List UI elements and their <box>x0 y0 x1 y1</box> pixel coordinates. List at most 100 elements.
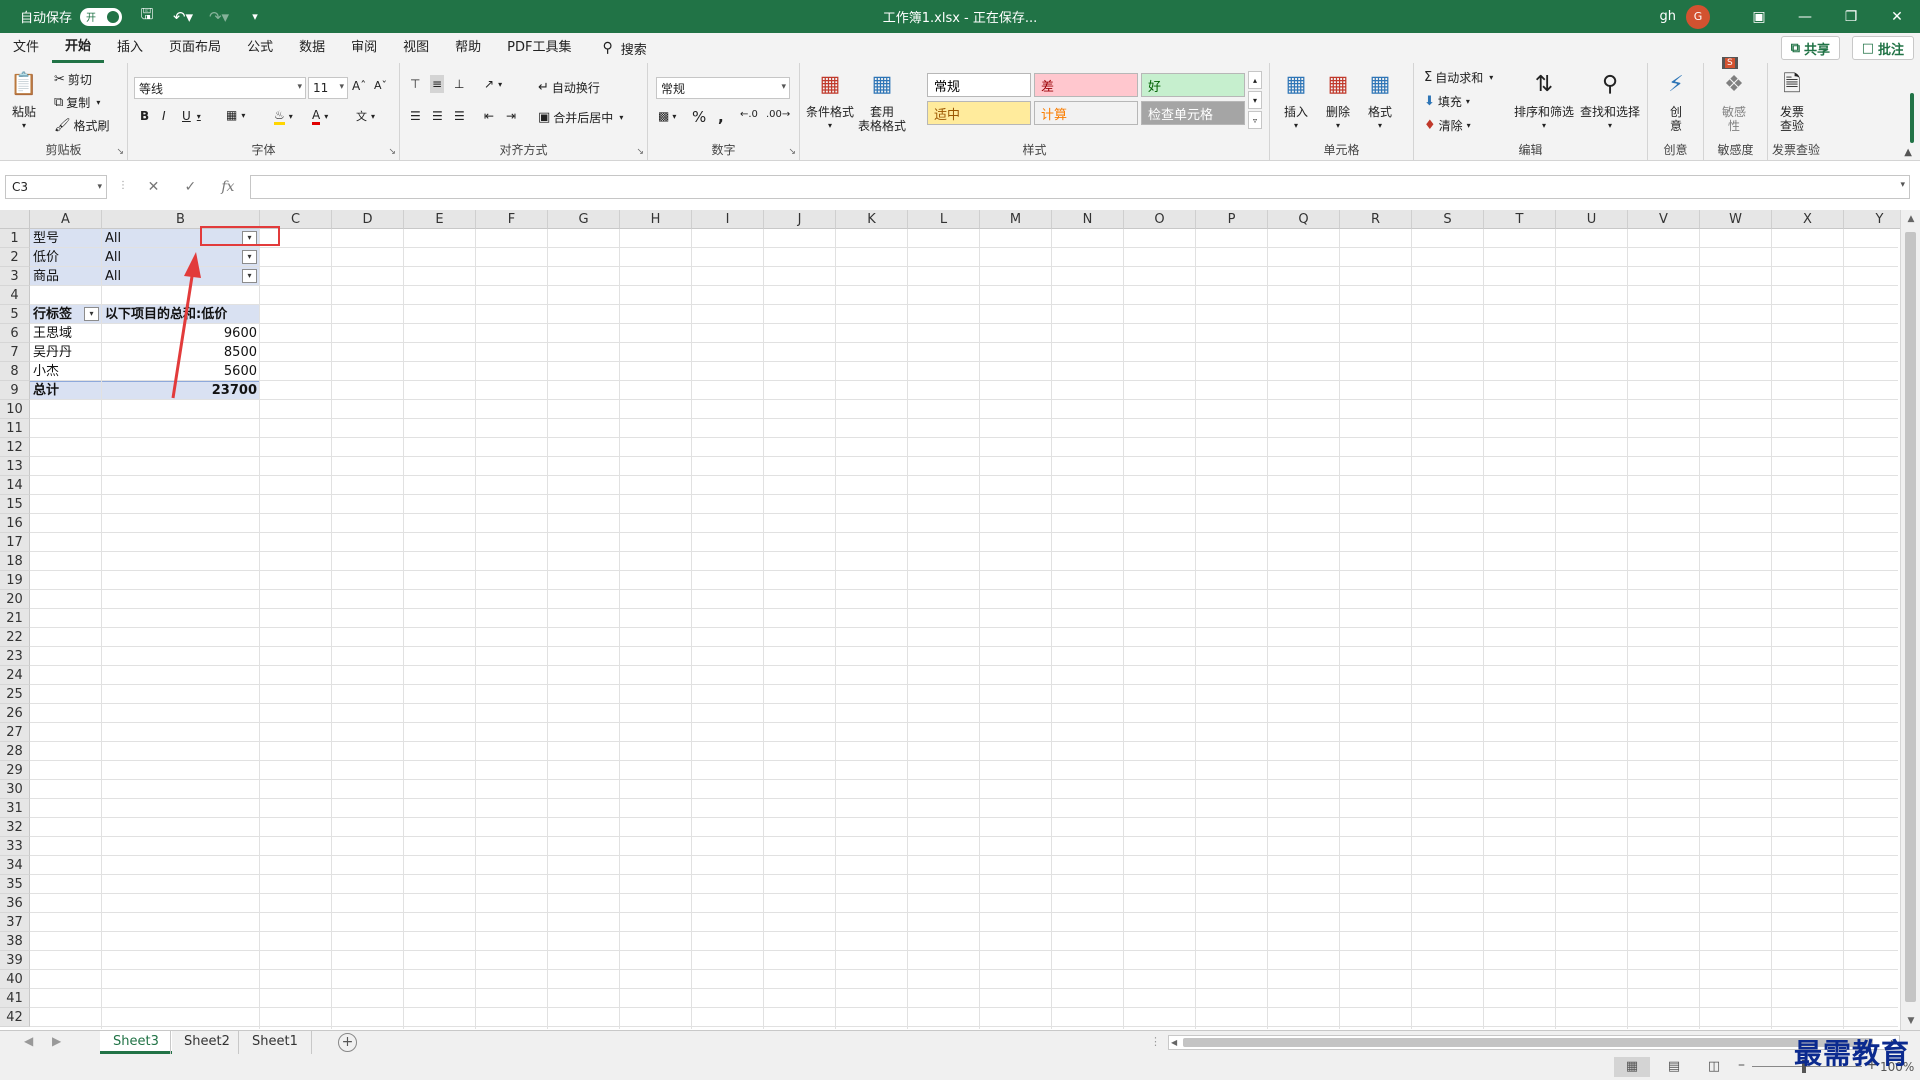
next-sheet-icon[interactable]: ▶ <box>52 1034 61 1048</box>
row-header-10[interactable]: 10 <box>0 400 30 419</box>
row-header-16[interactable]: 16 <box>0 514 30 533</box>
horizontal-scroll-thumb[interactable] <box>1183 1038 1873 1047</box>
zoom-out-icon[interactable]: – <box>1738 1057 1745 1073</box>
tab-formulas[interactable]: 公式 <box>234 33 286 63</box>
row-header-18[interactable]: 18 <box>0 552 30 571</box>
pivot-filter-value[interactable]: All <box>102 267 260 286</box>
align-left-button[interactable]: ☰ <box>410 109 421 123</box>
align-middle-button[interactable]: ≡ <box>430 75 445 93</box>
comment-button[interactable]: □ 批注 <box>1851 36 1914 60</box>
pivot-value-header[interactable]: 以下项目的总和:低价 <box>102 305 260 324</box>
close-icon[interactable]: ✕ <box>1874 0 1920 33</box>
cell-style-item[interactable]: 差 <box>1034 73 1138 97</box>
pivot-filter-field[interactable]: 商品 <box>30 267 102 286</box>
undo-icon[interactable]: ↶▾ <box>172 6 194 28</box>
tab-pdf-tools[interactable]: PDF工具集 <box>494 33 584 63</box>
increase-decimal-button[interactable]: ←.0 <box>740 109 758 120</box>
column-header-i[interactable]: I <box>692 210 764 229</box>
row-header-1[interactable]: 1 <box>0 229 30 248</box>
row-header-19[interactable]: 19 <box>0 571 30 590</box>
column-header-k[interactable]: K <box>836 210 908 229</box>
row-header-26[interactable]: 26 <box>0 704 30 723</box>
column-header-t[interactable]: T <box>1484 210 1556 229</box>
sensitivity-button[interactable]: ❖ 敏感 性 <box>1718 69 1750 134</box>
row-header-32[interactable]: 32 <box>0 818 30 837</box>
row-label-filter-button[interactable]: ▾ <box>84 307 99 321</box>
row-header-9[interactable]: 9 <box>0 381 30 400</box>
dialog-launcher-icon[interactable]: ↘ <box>116 147 124 157</box>
pivot-total-label[interactable]: 总计 <box>30 381 102 400</box>
autosum-button[interactable]: Σ 自动求和 ▾ <box>1424 69 1493 86</box>
name-box[interactable]: C3 ▾ <box>5 175 107 199</box>
increase-indent-button[interactable]: ⇥ <box>506 109 516 123</box>
scroll-up-icon[interactable]: ▲ <box>1901 210 1920 228</box>
spreadsheet-grid[interactable]: A B C D E F G H I J K L M N O P Q R S T U V W X Y 1 2 3 4 5 6 7 8 9 10 11 12… <box>0 210 1920 1030</box>
column-header-q[interactable]: Q <box>1268 210 1340 229</box>
insert-cells-button[interactable]: ▦ 插入 ▾ <box>1280 69 1312 133</box>
row-header-7[interactable]: 7 <box>0 343 30 362</box>
pivot-row-value[interactable]: 8500 <box>102 343 260 362</box>
expand-formula-icon[interactable]: ▾ <box>1900 180 1905 190</box>
column-header-w[interactable]: W <box>1700 210 1772 229</box>
search-box[interactable]: ⚲ 搜索 <box>602 39 646 58</box>
align-right-button[interactable]: ☰ <box>454 109 465 123</box>
normal-view-icon[interactable]: ▦ <box>1614 1057 1650 1077</box>
decrease-font-size-button[interactable]: Aˇ <box>374 79 387 92</box>
pivot-row-name[interactable]: 王思域 <box>30 324 102 343</box>
row-header-34[interactable]: 34 <box>0 856 30 875</box>
font-color-button[interactable]: A ▾ <box>312 108 328 125</box>
pivot-total-value[interactable]: 23700 <box>102 381 260 400</box>
restore-icon[interactable]: ❐ <box>1828 0 1874 33</box>
tab-data[interactable]: 数据 <box>286 33 338 63</box>
pivot-filter-value[interactable]: All <box>102 248 260 267</box>
row-header-28[interactable]: 28 <box>0 742 30 761</box>
dialog-launcher-icon[interactable]: ↘ <box>788 147 796 157</box>
row-header-20[interactable]: 20 <box>0 590 30 609</box>
row-header-42[interactable]: 42 <box>0 1008 30 1027</box>
tab-page-layout[interactable]: 页面布局 <box>156 33 234 63</box>
formula-input[interactable]: ▾ <box>250 175 1910 199</box>
merge-center-button[interactable]: ▣ 合并后居中 ▾ <box>538 109 623 126</box>
prev-sheet-icon[interactable]: ◀ <box>24 1034 33 1048</box>
row-header-36[interactable]: 36 <box>0 894 30 913</box>
vertical-scroll-thumb[interactable] <box>1905 232 1916 1002</box>
find-select-button[interactable]: ⚲ 查找和选择 ▾ <box>1580 69 1640 133</box>
gallery-scroll-down-button[interactable]: ▾ <box>1248 91 1262 109</box>
format-painter-button[interactable]: 🖌 格式刷 <box>54 117 110 134</box>
pivot-row-value[interactable]: 9600 <box>102 324 260 343</box>
row-header-2[interactable]: 2 <box>0 248 30 267</box>
cell-style-item[interactable]: 常规 <box>927 73 1031 97</box>
column-header-n[interactable]: N <box>1052 210 1124 229</box>
column-header-l[interactable]: L <box>908 210 980 229</box>
column-header-j[interactable]: J <box>764 210 836 229</box>
filter-dropdown-button[interactable]: ▾ <box>242 269 257 283</box>
format-as-table-button[interactable]: ▦ 套用 表格格式 <box>858 69 906 134</box>
dialog-launcher-icon[interactable]: ↘ <box>636 147 644 157</box>
clear-button[interactable]: ♦ 清除 ▾ <box>1424 117 1471 134</box>
vertical-scrollbar[interactable]: ▲ ▼ <box>1900 210 1920 1030</box>
row-header-22[interactable]: 22 <box>0 628 30 647</box>
row-header-38[interactable]: 38 <box>0 932 30 951</box>
column-header-u[interactable]: U <box>1556 210 1628 229</box>
cut-button[interactable]: ✂ 剪切 <box>54 71 92 88</box>
delete-cells-button[interactable]: ▦ 删除 ▾ <box>1322 69 1354 133</box>
row-header-17[interactable]: 17 <box>0 533 30 552</box>
collapse-ribbon-icon[interactable]: ▲ <box>1904 147 1912 158</box>
row-header-24[interactable]: 24 <box>0 666 30 685</box>
font-size-combo[interactable]: 11 ▾ <box>308 77 348 99</box>
fill-button[interactable]: ⬇ 填充 ▾ <box>1424 93 1470 110</box>
align-bottom-button[interactable]: ⊥ <box>454 77 464 91</box>
wrap-text-button[interactable]: ↵ 自动换行 <box>538 79 600 96</box>
row-header-33[interactable]: 33 <box>0 837 30 856</box>
page-layout-view-icon[interactable]: ▤ <box>1656 1057 1692 1077</box>
borders-button[interactable]: ▦ ▾ <box>226 108 245 122</box>
row-header-11[interactable]: 11 <box>0 419 30 438</box>
pivot-row-name[interactable]: 吴丹丹 <box>30 343 102 362</box>
avatar[interactable]: G <box>1686 4 1710 29</box>
conditional-format-button[interactable]: ▦ 条件格式 ▾ <box>806 69 854 133</box>
row-header-5[interactable]: 5 <box>0 305 30 324</box>
cell-style-item[interactable]: 检查单元格 <box>1141 101 1245 125</box>
row-header-3[interactable]: 3 <box>0 267 30 286</box>
redo-icon[interactable]: ↷▾ <box>208 6 230 28</box>
horizontal-scrollbar[interactable]: ◀ ▶ <box>1168 1035 1900 1050</box>
